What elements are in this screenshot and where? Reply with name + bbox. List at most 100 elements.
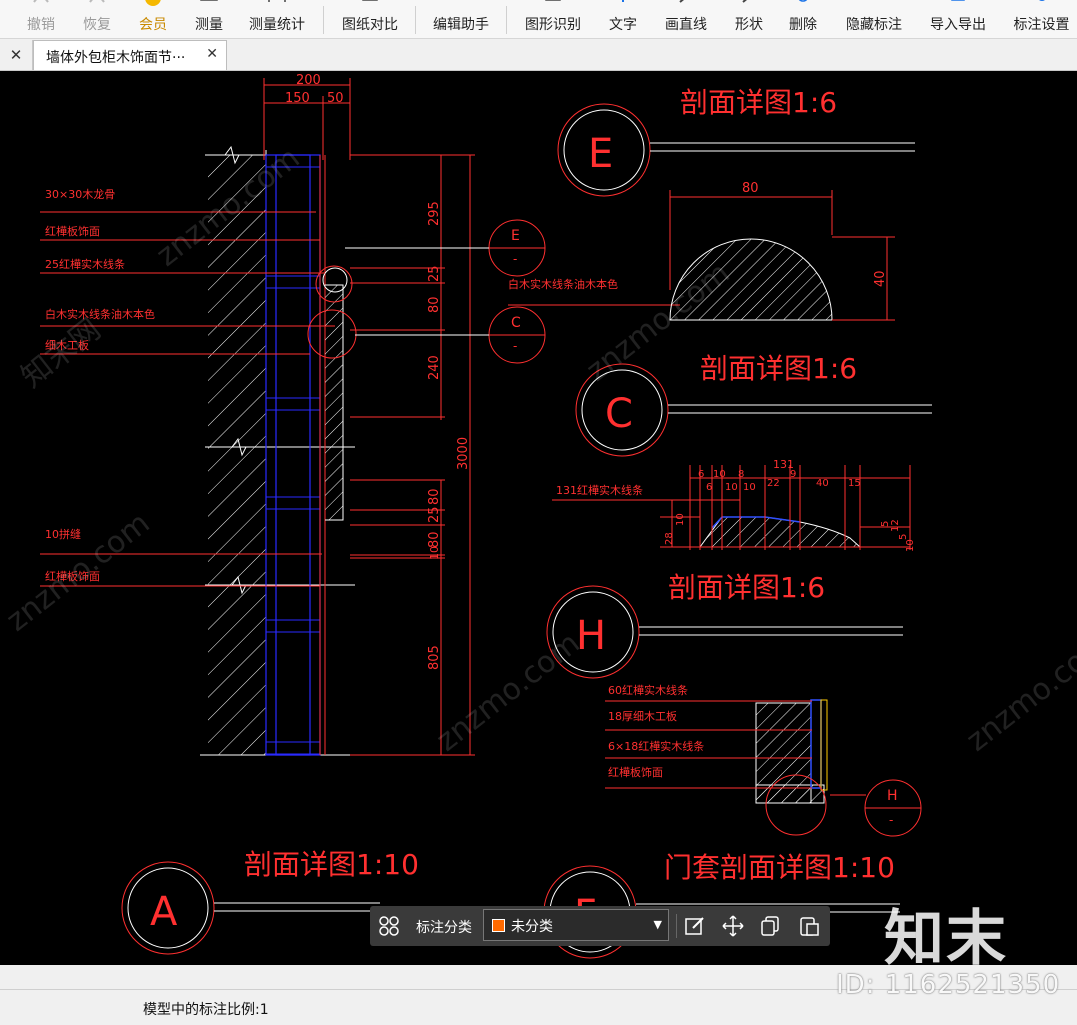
- drawing-canvas[interactable]: 200 150 50 295 25 80 240 3000 80 25 80 1…: [0, 71, 1077, 965]
- label-h-strip-60: 60红樺实木线条: [608, 683, 688, 697]
- measure-stats-button[interactable]: 测量统计: [242, 0, 312, 38]
- dim-c-6b: 6: [706, 482, 712, 493]
- title-h: 剖面详图1:6 H: [546, 571, 903, 679]
- annotation-float-toolbar: 标注分类 未分类 ▼: [370, 906, 830, 946]
- hide-annotation-label: 隐藏标注: [846, 17, 902, 33]
- annotation-settings-icon: [1038, 0, 1045, 1]
- shape-label: 形状: [735, 17, 763, 33]
- edit-assistant-button[interactable]: 编辑助手: [426, 0, 496, 38]
- dim-80c: 80: [427, 531, 442, 548]
- compare-label: 图纸对比: [342, 17, 398, 33]
- import-export-button[interactable]: 导入导出: [922, 0, 994, 38]
- section-h-profile: 60红樺实木线条 18厚细木工板 6×18红樺实木线条 红樺板饰面: [605, 683, 866, 836]
- float-toolbar-divider: [676, 914, 677, 938]
- title-e-text: 剖面详图1:6: [680, 86, 837, 119]
- copy-icon[interactable]: [760, 915, 782, 937]
- hide-annotation-button[interactable]: 隐藏标注: [838, 0, 910, 38]
- redo-button[interactable]: 恢复: [74, 0, 120, 38]
- close-tab-icon[interactable]: ✕: [206, 46, 218, 62]
- callout-c-small-dash: -: [513, 339, 517, 353]
- dim-c-8: 8: [738, 469, 744, 480]
- dim-c-22: 22: [767, 478, 780, 489]
- label-seam-10: 10拼缝: [45, 527, 81, 541]
- text-icon: [622, 0, 624, 2]
- label-h-board-18: 18厚细木工板: [608, 709, 677, 723]
- text-button[interactable]: 文字: [600, 0, 646, 38]
- dim-e-width: 80: [742, 181, 759, 196]
- label-wood-strip-25: 25红樺实木线条: [45, 257, 125, 271]
- compare-button[interactable]: 图纸对比: [334, 0, 406, 38]
- grid-icon[interactable]: [378, 915, 400, 937]
- dim-c-40: 40: [816, 478, 829, 489]
- dim-c-10b: 10: [725, 482, 738, 493]
- label-veneer-1: 红樺板饰面: [45, 224, 100, 238]
- text-label: 文字: [609, 17, 637, 33]
- shape-recognition-label: 图形识别: [525, 17, 581, 33]
- callout-c-small-letter: C: [511, 315, 521, 331]
- label-mid-white-wood: 白木实木线条油木本色: [508, 277, 618, 291]
- dim-c-28: 28: [664, 532, 675, 545]
- title-e: E 剖面详图1:6: [557, 86, 915, 197]
- title-c-letter: C: [605, 391, 633, 437]
- shape-recognition-button[interactable]: 图形识别: [517, 0, 589, 38]
- dim-150: 150: [285, 91, 310, 106]
- callout-e-small-dash: -: [513, 252, 517, 266]
- annotation-scale-status: 模型中的标注比例:1: [143, 1002, 269, 1018]
- section-a-wall: [200, 145, 370, 756]
- title-f-text: 门套剖面详图1:10: [664, 851, 895, 884]
- label-keel: 30×30木龙骨: [45, 188, 115, 201]
- line-label: 画直线: [665, 17, 707, 33]
- undo-label: 撤销: [27, 17, 55, 33]
- tab-bar: ✕ 墙体外包柜木饰面节··· ✕: [0, 40, 1077, 71]
- shape-icon: [742, 0, 747, 3]
- title-h-text: 剖面详图1:6: [668, 571, 825, 604]
- paste-icon[interactable]: [798, 915, 820, 937]
- shape-button[interactable]: 形状: [726, 0, 772, 38]
- dim-295: 295: [427, 201, 442, 226]
- dim-80b: 80: [427, 488, 442, 505]
- chevron-down-icon: ▼: [653, 918, 662, 931]
- dim-80: 80: [427, 296, 442, 313]
- dim-240: 240: [427, 355, 442, 380]
- vip-icon: [145, 0, 161, 6]
- category-value: 未分类: [511, 919, 553, 935]
- annotation-settings-button[interactable]: 标注设置: [1006, 0, 1077, 38]
- toolbar: 撤销 恢复 会员 测量 测量统计 图纸对比 编辑助手 图形识别 文字 画直线 形…: [0, 0, 1077, 39]
- hide-annotation-icon: [864, 0, 884, 8]
- measure-stats-icon: [268, 0, 286, 2]
- close-all-tabs-button[interactable]: ✕: [0, 40, 33, 70]
- title-c: 剖面详图1:6 C: [575, 352, 932, 457]
- dim-e-height: 40: [873, 270, 888, 287]
- measure-stats-label: 测量统计: [249, 17, 305, 33]
- move-icon[interactable]: [722, 915, 744, 937]
- edit-icon[interactable]: [684, 915, 706, 937]
- import-export-label: 导入导出: [930, 17, 986, 33]
- dim-c-10c: 10: [743, 482, 756, 493]
- callout-h-small: H -: [864, 779, 922, 837]
- image-id-watermark: ID: 1162521350: [836, 970, 1061, 1000]
- measure-icon: [200, 0, 218, 1]
- delete-button[interactable]: 删除: [780, 0, 826, 38]
- undo-button[interactable]: 撤销: [18, 0, 64, 38]
- dim-10: 10: [428, 546, 441, 560]
- label-white-wood-strip: 白木实木线条油木本色: [45, 307, 155, 321]
- callout-h-small-dash: -: [889, 813, 893, 827]
- measure-button[interactable]: 测量: [186, 0, 232, 38]
- line-button[interactable]: 画直线: [656, 0, 716, 38]
- dim-3000: 3000: [456, 437, 471, 470]
- dim-c-5b: 5: [898, 534, 909, 540]
- callout-e-small-letter: E: [511, 228, 520, 244]
- dim-c-9: 9: [790, 469, 796, 480]
- import-export-icon: [951, 0, 965, 1]
- dim-805: 805: [427, 645, 442, 670]
- category-select[interactable]: 未分类 ▼: [483, 909, 669, 941]
- label-h-veneer: 红樺板饰面: [608, 765, 663, 779]
- title-a-text: 剖面详图1:10: [244, 848, 419, 881]
- title-e-letter: E: [588, 131, 613, 177]
- vip-button[interactable]: 会员: [130, 0, 176, 38]
- shape-recognition-icon: [545, 0, 561, 1]
- callout-h-small-letter: H: [887, 788, 898, 804]
- redo-icon: [89, 0, 105, 3]
- document-tab[interactable]: 墙体外包柜木饰面节··· ✕: [33, 40, 227, 70]
- delete-label: 删除: [789, 17, 817, 33]
